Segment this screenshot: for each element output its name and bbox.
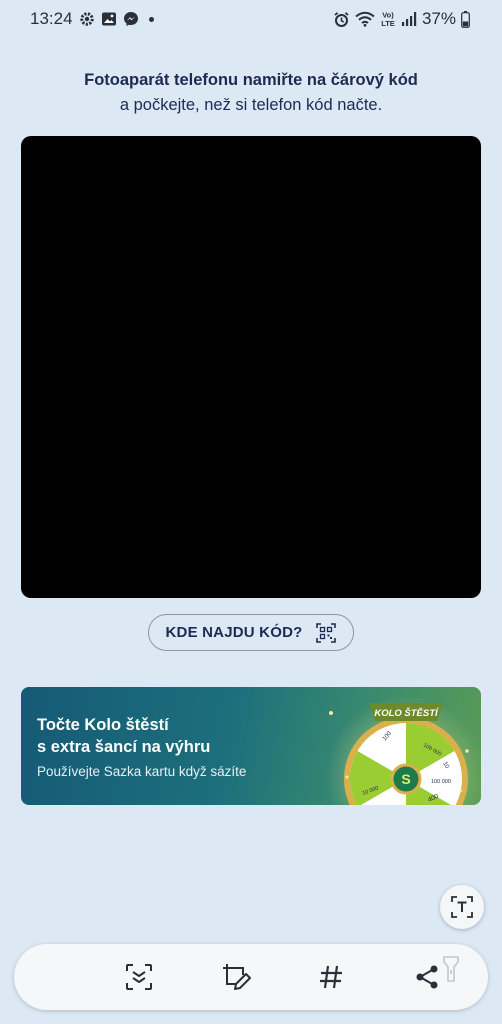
camera-viewfinder[interactable]	[21, 136, 481, 598]
banner-title-line-1: Točte Kolo štěstí	[37, 716, 169, 734]
clock: 13:24	[30, 9, 73, 28]
scan-icon	[124, 962, 154, 992]
alarm-icon	[333, 11, 350, 28]
qr-code-icon	[316, 622, 337, 643]
battery-icon	[461, 10, 470, 28]
flashlight-button[interactable]	[434, 952, 468, 986]
text-scan-icon	[450, 895, 474, 919]
promo-banner[interactable]: Točte Kolo štěstí s extra šancí na výhru…	[21, 687, 481, 805]
flashlight-icon	[441, 953, 461, 985]
gallery-icon	[101, 11, 117, 27]
edit-crop-icon	[220, 961, 252, 993]
status-right: Vo) LTE 37%	[333, 9, 470, 29]
where-to-find-code-button[interactable]: KDE NAJDU KÓD?	[148, 614, 354, 651]
notification-dot	[148, 16, 154, 22]
scan-button[interactable]	[122, 960, 156, 994]
hashtag-icon	[317, 963, 345, 991]
bottom-toolbar	[14, 944, 488, 1010]
banner-subtitle: Používejte Sazka kartu když sázíte	[37, 764, 247, 779]
svg-text:LTE: LTE	[381, 19, 395, 28]
where-to-find-code-label: KDE NAJDU KÓD?	[165, 624, 303, 641]
hashtag-button[interactable]	[314, 960, 348, 994]
wifi-icon	[355, 11, 375, 27]
signal-icon	[401, 11, 417, 27]
banner-title-line-2: s extra šancí na výhru	[37, 738, 211, 756]
fortune-wheel-graphic: 100 000 10 100 000 400 10 000 100 S KOLO…	[326, 696, 481, 805]
svg-text:S: S	[401, 771, 410, 787]
volte-icon: Vo) LTE	[380, 10, 396, 29]
wheel-title: KOLO ŠTĚSTÍ	[374, 707, 440, 719]
instruction-line-1: Fotoaparát telefonu namiřte na čárový kó…	[84, 71, 418, 89]
battery-percent: 37%	[421, 9, 456, 28]
banner-title: Točte Kolo štěstí s extra šancí na výhru	[37, 714, 210, 758]
status-bar: 13:24 Vo) LTE 37%	[0, 0, 502, 38]
edit-crop-button[interactable]	[219, 960, 253, 994]
scan-instructions: Fotoaparát telefonu namiřte na čárový kó…	[0, 68, 502, 118]
instruction-line-2: a počkejte, než si telefon kód načte.	[119, 96, 383, 114]
status-left: 13:24	[30, 9, 154, 29]
text-scan-button[interactable]	[440, 885, 484, 929]
messenger-icon	[123, 11, 139, 27]
gear-icon	[79, 11, 95, 27]
wheel-segment-label: 100 000	[431, 779, 451, 785]
